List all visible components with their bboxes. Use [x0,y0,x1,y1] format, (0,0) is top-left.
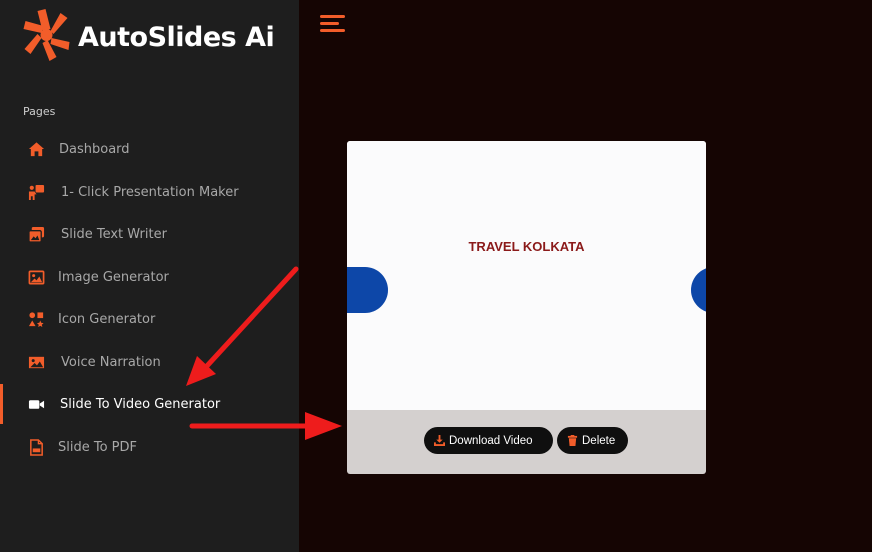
images-icon [27,225,45,243]
pdf-file-icon [27,438,45,456]
sidebar-item-image-generator[interactable]: Image Generator [0,257,299,297]
download-video-label: Download Video [449,434,533,447]
sidebar-item-label: Slide Text Writer [61,226,167,242]
video-preview[interactable]: TRAVEL KOLKATA [347,141,706,410]
download-icon [434,435,445,446]
menu-toggle-button[interactable] [320,15,346,35]
brand-name: AutoSlides Ai [78,21,275,53]
sidebar-item-voice-narration[interactable]: Voice Narration [0,342,299,382]
sidebar-item-label: Voice Narration [61,354,161,370]
sidebar-item-slide-to-video[interactable]: Slide To Video Generator [0,384,299,424]
delete-label: Delete [582,434,616,447]
sidebar-item-label: Slide To Video Generator [60,396,221,412]
icons-icon [27,310,45,328]
sidebar-item-label: Icon Generator [58,311,156,327]
starburst-logo-icon [22,9,71,65]
image-icon [27,268,45,286]
trash-icon [567,435,578,446]
sidebar-item-presentation-maker[interactable]: 1- Click Presentation Maker [0,172,299,212]
hamburger-line [320,22,339,25]
presenter-icon [27,183,45,201]
sidebar-item-label: 1- Click Presentation Maker [61,184,239,200]
sidebar: AutoSlides Ai Pages Dashboard 1- Click P… [0,0,299,552]
slide-decoration-left [347,267,388,313]
sidebar-item-label: Slide To PDF [58,439,138,455]
sidebar-item-label: Image Generator [58,269,169,285]
video-camera-icon [27,395,45,413]
sidebar-item-dashboard[interactable]: Dashboard [0,129,299,169]
hamburger-line [320,29,345,32]
hamburger-line [320,15,345,18]
brand[interactable]: AutoSlides Ai [22,9,275,65]
download-video-button[interactable]: Download Video [424,427,553,454]
photo-icon [27,353,45,371]
section-title: Pages [23,105,56,118]
slide-title: TRAVEL KOLKATA [468,239,585,254]
sidebar-item-slide-to-pdf[interactable]: Slide To PDF [0,427,299,467]
sidebar-item-icon-generator[interactable]: Icon Generator [0,299,299,339]
sidebar-item-slide-text-writer[interactable]: Slide Text Writer [0,214,299,254]
home-icon [27,140,45,158]
delete-button[interactable]: Delete [557,427,628,454]
sidebar-item-label: Dashboard [59,141,130,157]
video-card: TRAVEL KOLKATA Download Video Delete [347,141,706,474]
slide-decoration-right [691,267,706,313]
